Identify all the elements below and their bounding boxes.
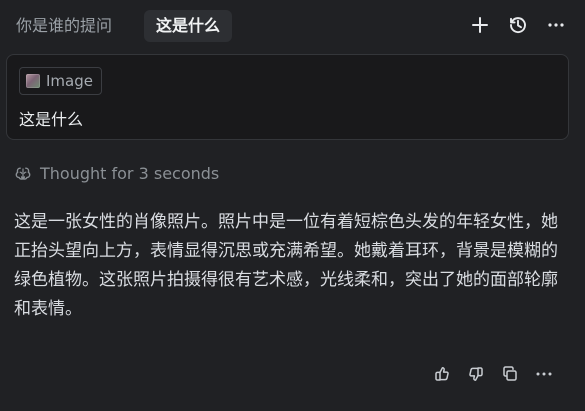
prompt-text: 这是什么	[19, 110, 84, 129]
attachment-label: Image	[46, 72, 93, 90]
response-actions	[432, 364, 554, 384]
thought-status[interactable]: Thought for 3 seconds	[14, 164, 219, 183]
thumbs-down-icon[interactable]	[466, 364, 486, 384]
image-attachment-chip[interactable]: Image	[19, 67, 102, 95]
brain-icon	[14, 165, 32, 183]
more-icon[interactable]	[545, 14, 567, 36]
tab-question-history[interactable]: 你是谁的提问	[16, 10, 112, 42]
top-bar: 你是谁的提问 这是什么	[0, 0, 585, 50]
plus-icon[interactable]	[469, 14, 491, 36]
thought-label: Thought for 3 seconds	[40, 164, 220, 183]
toolbar-icons	[469, 14, 567, 36]
image-thumbnail-icon	[26, 74, 40, 88]
tab-current-question[interactable]: 这是什么	[144, 10, 233, 42]
more-icon[interactable]	[534, 364, 554, 384]
assistant-response: 这是一张女性的肖像照片。照片中是一位有着短棕色头发的年轻女性，她正抬头望向上方，…	[14, 212, 558, 319]
history-icon[interactable]	[507, 14, 529, 36]
prompt-card: Image 这是什么	[6, 54, 569, 140]
copy-icon[interactable]	[500, 364, 520, 384]
thumbs-up-icon[interactable]	[432, 364, 452, 384]
